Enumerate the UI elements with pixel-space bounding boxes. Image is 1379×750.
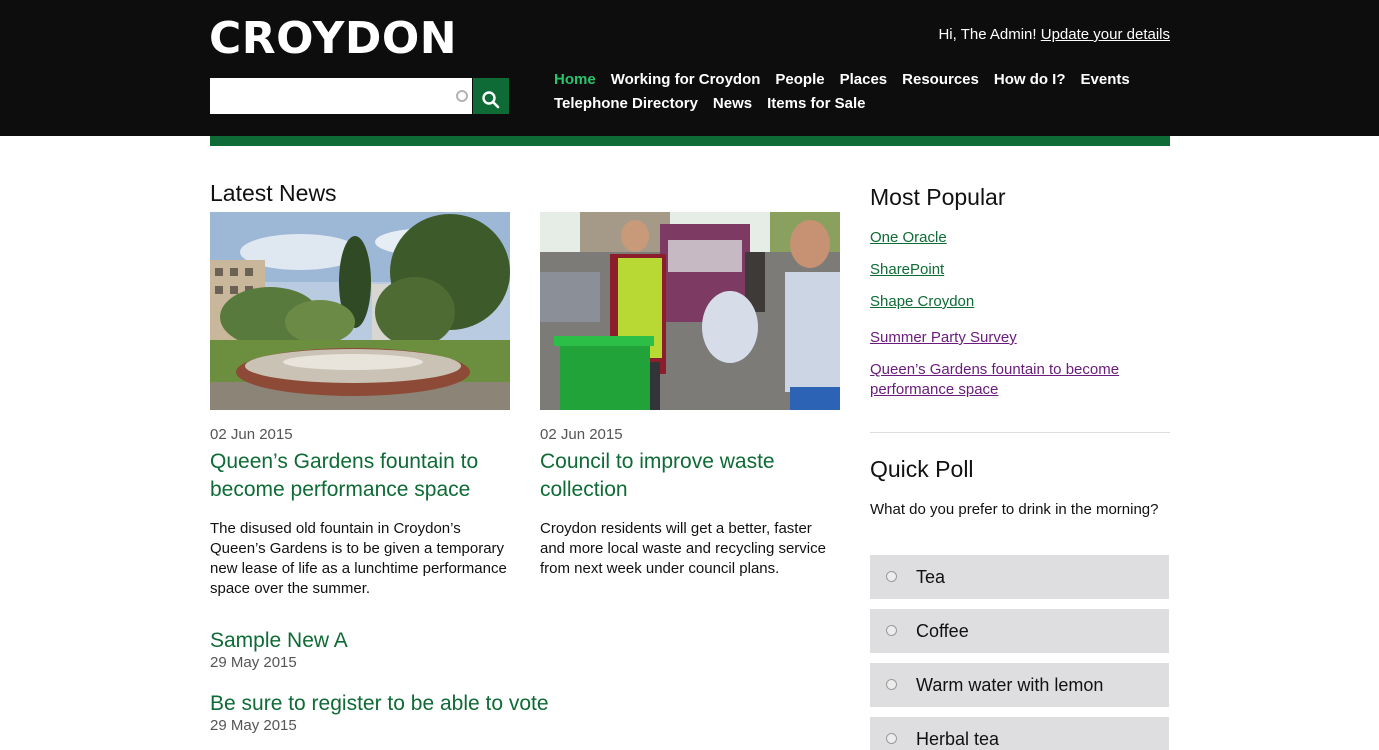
news-list-item: Be sure to register to be able to vote 2… [210, 691, 830, 735]
nav-item-telephone-directory[interactable]: Telephone Directory [554, 92, 698, 116]
poll-option-label: Tea [916, 567, 946, 587]
news-title-link[interactable]: Queen’s Gardens fountain to become perfo… [210, 448, 510, 504]
poll-option-label: Coffee [916, 621, 969, 641]
most-popular-heading: Most Popular [870, 184, 1006, 210]
popular-link[interactable]: One Oracle [870, 228, 1170, 248]
poll-option-label: Warm water with lemon [916, 675, 1104, 695]
news-summary: Croydon residents will get a better, fas… [540, 520, 826, 577]
greeting-text: Hi, The Admin! [938, 26, 1037, 43]
latest-news-heading: Latest News [210, 180, 337, 206]
news-date: 02 Jun 2015 [540, 426, 623, 443]
radio-button[interactable] [886, 679, 897, 690]
search-icon [482, 91, 500, 109]
search-bar [210, 78, 510, 114]
nav-item-how-do-i[interactable]: How do I? [994, 68, 1066, 92]
most-popular-list: One Oracle SharePoint Shape Croydon Summ… [870, 228, 1170, 400]
poll-question: What do you prefer to drink in the morni… [870, 501, 1159, 518]
nav-item-resources[interactable]: Resources [902, 68, 979, 92]
poll-option-coffee[interactable]: Coffee [870, 609, 1169, 653]
popular-link[interactable]: Summer Party Survey [870, 328, 1170, 348]
site-logo[interactable]: CROYDON [209, 14, 457, 64]
sidebar-divider [870, 432, 1170, 433]
main-nav: Home Working for Croydon People Places R… [554, 68, 1174, 116]
user-greeting: Hi, The Admin! Update your details [938, 25, 1170, 45]
news-summary: The disused old fountain in Croydon’s Qu… [210, 520, 507, 597]
news-title-link[interactable]: Council to improve waste collection [540, 448, 840, 504]
poll-option-warm-water[interactable]: Warm water with lemon [870, 663, 1169, 707]
news-card: 02 Jun 2015 Queen’s Gardens fountain to … [210, 212, 510, 599]
radio-button[interactable] [886, 625, 897, 636]
waste-collection-photo[interactable] [540, 212, 840, 410]
nav-item-places[interactable]: Places [840, 68, 888, 92]
radio-button[interactable] [886, 571, 897, 582]
header-accent-bar [210, 136, 1170, 146]
loading-circle-icon [456, 90, 468, 102]
update-details-link[interactable]: Update your details [1041, 26, 1170, 43]
poll-option-label: Herbal tea [916, 729, 1000, 749]
popular-link[interactable]: Shape Croydon [870, 292, 1170, 312]
popular-link[interactable]: Queen’s Gardens fountain to become perfo… [870, 360, 1170, 400]
search-input[interactable] [210, 78, 472, 114]
nav-item-items-for-sale[interactable]: Items for Sale [767, 92, 865, 116]
news-item-title-link[interactable]: Sample New A [210, 628, 830, 654]
nav-item-home[interactable]: Home [554, 68, 596, 92]
search-button[interactable] [473, 78, 509, 114]
nav-item-working-for-croydon[interactable]: Working for Croydon [611, 68, 761, 92]
nav-item-people[interactable]: People [775, 68, 824, 92]
news-list-item: Sample New A 29 May 2015 [210, 628, 830, 672]
news-card: 02 Jun 2015 Council to improve waste col… [540, 212, 840, 579]
news-item-date: 29 May 2015 [210, 717, 297, 734]
news-item-title-link[interactable]: Be sure to register to be able to vote [210, 691, 830, 717]
news-date: 02 Jun 2015 [210, 426, 293, 443]
garden-fountain-photo[interactable] [210, 212, 510, 410]
radio-button[interactable] [886, 733, 897, 744]
news-item-date: 29 May 2015 [210, 654, 297, 671]
quick-poll-heading: Quick Poll [870, 456, 974, 482]
nav-item-news[interactable]: News [713, 92, 752, 116]
poll-option-tea[interactable]: Tea [870, 555, 1169, 599]
poll-option-herbal-tea[interactable]: Herbal tea [870, 717, 1169, 750]
popular-link[interactable]: SharePoint [870, 260, 1170, 280]
site-header: CROYDON Hi, The Admin! Update your detai… [0, 0, 1379, 136]
nav-item-events[interactable]: Events [1081, 68, 1130, 92]
